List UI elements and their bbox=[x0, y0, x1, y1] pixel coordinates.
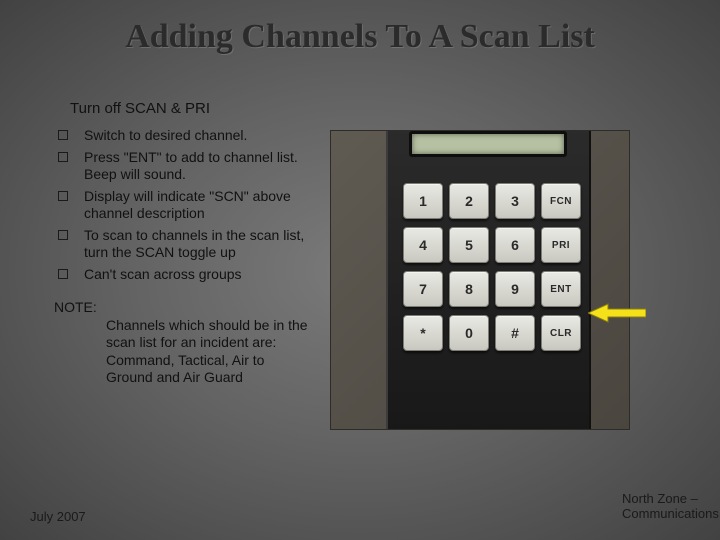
list-item: Can't scan across groups bbox=[54, 266, 310, 284]
list-item: To scan to channels in the scan list, tu… bbox=[54, 227, 310, 262]
note-body: Channels which should be in the scan lis… bbox=[54, 317, 310, 387]
key-5: 5 bbox=[449, 227, 489, 263]
key-clr: CLR bbox=[541, 315, 581, 351]
key-4: 4 bbox=[403, 227, 443, 263]
key-2: 2 bbox=[449, 183, 489, 219]
note-label: NOTE: bbox=[54, 299, 101, 315]
key-1: 1 bbox=[403, 183, 443, 219]
key-6: 6 bbox=[495, 227, 535, 263]
key-3: 3 bbox=[495, 183, 535, 219]
arrow-icon bbox=[588, 302, 646, 324]
key-0: 0 bbox=[449, 315, 489, 351]
radio-keypad: 1 2 3 FCN 4 5 6 PRI 7 8 9 ENT * 0 # CLR bbox=[403, 183, 579, 351]
key-8: 8 bbox=[449, 271, 489, 307]
key-pri: PRI bbox=[541, 227, 581, 263]
list-item: Switch to desired channel. bbox=[54, 127, 310, 145]
key-fcn: FCN bbox=[541, 183, 581, 219]
intro-text: Turn off SCAN & PRI bbox=[70, 100, 310, 117]
note-text: NOTE: Channels which should be in the sca… bbox=[30, 299, 310, 387]
radio-screen bbox=[409, 131, 567, 157]
key-ent: ENT bbox=[541, 271, 581, 307]
key-star: * bbox=[403, 315, 443, 351]
bullet-list: Switch to desired channel. Press "ENT" t… bbox=[30, 127, 310, 283]
footer-source: North Zone – Communications bbox=[622, 492, 700, 522]
key-7: 7 bbox=[403, 271, 443, 307]
radio-image: 1 2 3 FCN 4 5 6 PRI 7 8 9 ENT * 0 # CLR bbox=[330, 130, 630, 430]
key-9: 9 bbox=[495, 271, 535, 307]
content-block: Turn off SCAN & PRI Switch to desired ch… bbox=[30, 100, 310, 387]
footer-date: July 2007 bbox=[30, 509, 86, 524]
list-item: Display will indicate "SCN" above channe… bbox=[54, 188, 310, 223]
list-item: Press "ENT" to add to channel list. Beep… bbox=[54, 149, 310, 184]
key-hash: # bbox=[495, 315, 535, 351]
slide-title: Adding Channels To A Scan List bbox=[0, 0, 720, 56]
